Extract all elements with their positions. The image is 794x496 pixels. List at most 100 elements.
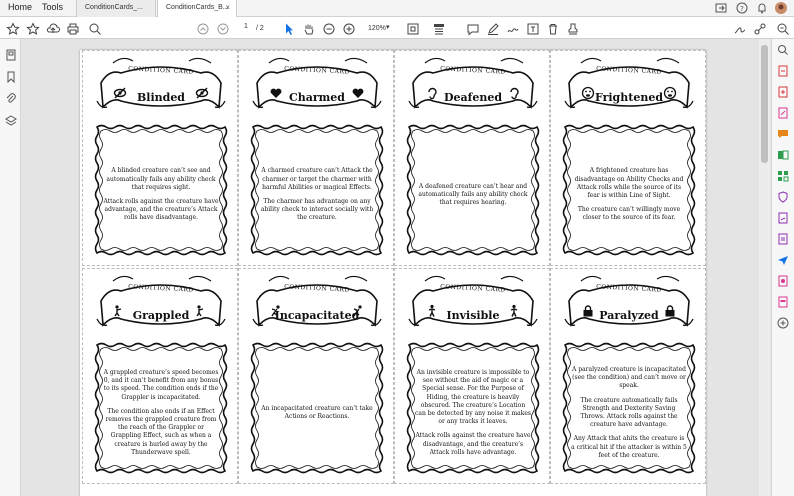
card-paragraph: A grappled creature’s speed becomes 0, a…	[103, 368, 219, 401]
delete-trash-icon[interactable]	[546, 21, 560, 35]
page-total: / 2	[256, 25, 264, 32]
condition-card: CONDITION CARD Frightened A frightened c…	[550, 50, 706, 266]
main-toolbar: 1 / 2 120% ▾	[0, 17, 794, 39]
share-screen-icon[interactable]	[714, 1, 728, 15]
card-paragraph: An invisible creature is impossible to s…	[415, 368, 532, 426]
request-signature-icon[interactable]	[777, 233, 789, 245]
share-link-icon[interactable]	[753, 21, 767, 35]
scared-face-icon	[663, 86, 677, 100]
stamp-icon[interactable]	[566, 21, 580, 35]
more-tools-icon[interactable]	[777, 317, 789, 329]
tab-label: ConditionCards_...	[85, 4, 143, 11]
ear-icon	[428, 87, 437, 100]
blind-eye-icon	[195, 87, 209, 99]
layers-icon[interactable]	[5, 115, 17, 127]
padlock-icon	[583, 305, 593, 317]
left-navigation-rail	[0, 39, 21, 496]
help-icon[interactable]: ?	[735, 1, 749, 15]
card-paragraph: A deafened creature can’t hear and autom…	[418, 182, 528, 207]
create-pdf-icon[interactable]	[777, 86, 789, 98]
card-paragraph: An incapacitated creature can’t take Act…	[261, 404, 373, 420]
condition-card: CONDITION CARD Incapacitated An incapaci…	[238, 268, 394, 484]
zoom-level-dropdown[interactable]: 120%	[368, 25, 386, 32]
vertical-scrollbar[interactable]	[759, 39, 770, 496]
tab-conditioncards-1[interactable]: ConditionCards_...	[76, 0, 156, 17]
condition-card: CONDITION CARD Paralyzed A paralyzed cre…	[550, 268, 706, 484]
star-icon[interactable]	[26, 21, 40, 35]
bookmark-star-icon[interactable]	[6, 21, 20, 35]
page-up-icon[interactable]	[196, 21, 210, 35]
card-body: An invisible creature is impossible to s…	[415, 361, 531, 465]
combine-files-icon[interactable]	[777, 149, 789, 161]
menu-home[interactable]: Home	[8, 2, 32, 12]
card-paragraph: The condition also ends if an Effect rem…	[105, 407, 217, 456]
comment-icon[interactable]	[466, 21, 480, 36]
ear-icon	[510, 87, 519, 100]
card-paragraph: The creature can’t willingly move closer…	[577, 206, 681, 222]
card-paragraph: The creature automatically fails Strengt…	[580, 396, 678, 429]
fill-sign-icon[interactable]	[777, 212, 789, 224]
search-document-icon[interactable]	[776, 21, 790, 35]
card-body: A paralyzed creature is incapacitated (s…	[571, 361, 687, 465]
chevron-down-icon[interactable]: ▾	[386, 23, 390, 31]
card-body: A deafened creature can’t hear and autom…	[415, 143, 531, 247]
condition-card: CONDITION CARD Charmed A charmed creatur…	[238, 50, 394, 266]
hand-pan-icon[interactable]	[302, 21, 316, 35]
highlight-pen-icon[interactable]	[486, 21, 500, 35]
card-body: A grappled creature’s speed becomes 0, a…	[103, 361, 219, 465]
right-tools-rail	[771, 39, 794, 496]
export-pdf-icon[interactable]	[777, 65, 789, 77]
organize-pages-icon[interactable]	[777, 170, 789, 182]
comment-tool-icon[interactable]	[777, 128, 789, 140]
grapple-figure-icon	[196, 305, 204, 317]
condition-card: CONDITION CARD Invisible An invisible cr…	[394, 268, 550, 484]
draw-freehand-icon[interactable]	[506, 21, 520, 35]
print-icon[interactable]	[66, 21, 80, 35]
falling-figure-icon	[353, 305, 362, 317]
edit-pdf-icon[interactable]	[777, 107, 789, 119]
page-thumbnails-icon[interactable]	[5, 49, 17, 61]
redact-icon[interactable]	[777, 296, 789, 308]
close-tab-icon[interactable]: ×	[225, 3, 230, 12]
zoom-out-icon[interactable]	[322, 21, 336, 35]
scrollbar-thumb[interactable]	[761, 45, 768, 163]
zoom-search-icon[interactable]	[88, 21, 102, 35]
svg-text:?: ?	[740, 5, 744, 13]
send-for-review-icon[interactable]	[777, 254, 789, 266]
card-body: A blinded creature can’t see and automat…	[103, 143, 219, 247]
condition-card: CONDITION CARD Deafened A deafened creat…	[394, 50, 550, 266]
scared-face-icon	[581, 86, 595, 100]
heart-icon	[270, 88, 282, 98]
page-number-input[interactable]: 1	[236, 21, 256, 35]
bookmarks-icon[interactable]	[5, 71, 17, 83]
upload-cloud-icon[interactable]	[46, 21, 60, 35]
fit-page-icon[interactable]	[406, 21, 420, 35]
menu-tools[interactable]: Tools	[42, 2, 63, 12]
card-body: An incapacitated creature can’t take Act…	[259, 361, 375, 465]
page-down-icon[interactable]	[216, 21, 230, 35]
scroll-mode-icon[interactable]	[432, 21, 446, 35]
select-cursor-icon[interactable]	[282, 21, 296, 35]
falling-figure-icon	[271, 305, 280, 317]
card-paragraph: Attack rolls against the creature have d…	[415, 432, 531, 456]
condition-card: CONDITION CARD Grappled A grappled creat…	[82, 268, 238, 484]
print-production-icon[interactable]	[777, 275, 789, 287]
menu-bar: Home Tools ConditionCards_... ConditionC…	[0, 0, 794, 17]
grapple-figure-icon	[114, 305, 122, 317]
document-page: CONDITION CARD Blinded A blinded creatur…	[80, 50, 706, 496]
notifications-icon[interactable]	[755, 1, 769, 15]
padlock-icon	[665, 305, 675, 317]
card-paragraph: The charmer has advantage on any ability…	[260, 198, 374, 222]
protect-shield-icon[interactable]	[777, 191, 789, 203]
attachments-icon[interactable]	[5, 93, 17, 105]
tab-label: ConditionCards_B...	[166, 4, 229, 11]
user-avatar[interactable]	[774, 1, 788, 15]
condition-card: CONDITION CARD Blinded A blinded creatur…	[82, 50, 238, 266]
pdf-viewer-app: Home Tools ConditionCards_... ConditionC…	[0, 0, 794, 496]
zoom-in-icon[interactable]	[342, 21, 356, 35]
text-box-icon[interactable]	[526, 21, 540, 35]
sign-icon[interactable]	[733, 21, 747, 35]
search-tools-icon[interactable]	[777, 44, 789, 56]
card-paragraph: Any Attack that ahits the creature is a …	[571, 435, 687, 459]
tab-conditioncards-2[interactable]: ConditionCards_B... ×	[157, 0, 237, 17]
